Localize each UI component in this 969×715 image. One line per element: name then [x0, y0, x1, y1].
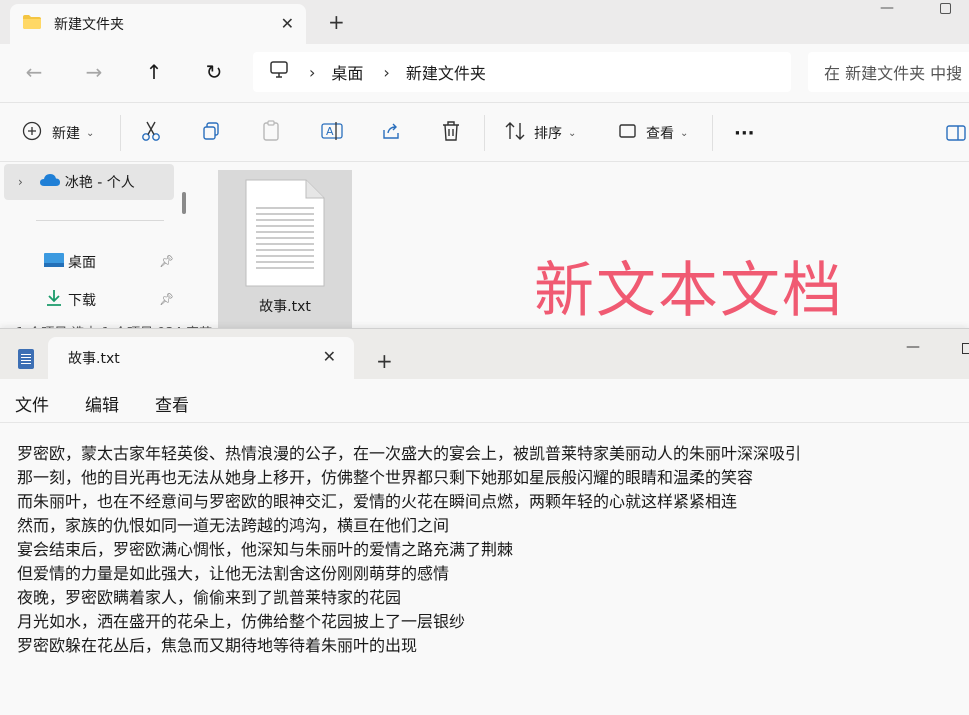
text-line: 月光如水，洒在盛开的花朵上，仿佛给整个花园披上了一层银纱: [17, 612, 466, 631]
breadcrumb-desktop[interactable]: 桌面: [331, 60, 363, 84]
text-line: 那一刻，他的目光再也无法从她身上移开，仿佛整个世界都只剩下她那如星辰般闪耀的眼睛…: [17, 468, 754, 487]
maximize-icon[interactable]: [940, 3, 951, 14]
text-line: 但爱情的力量是如此强大，让他无法割舍这份刚刚萌芽的感情: [17, 564, 450, 583]
sidebar-item-label: 桌面: [68, 255, 96, 271]
minimize-icon[interactable]: —: [906, 339, 920, 355]
toolbar-divider: [120, 115, 121, 151]
chevron-right-icon[interactable]: ›: [18, 175, 23, 189]
notepad-tab-title: 故事.txt: [68, 351, 120, 367]
back-arrow-icon[interactable]: ←: [22, 60, 46, 84]
file-explorer-window: 新建文件夹 ✕ + — ← → ↑ ↻ › 桌面 › 新建文件夹 在 新建文件夹…: [0, 0, 969, 330]
menu-file[interactable]: 文件: [15, 391, 49, 416]
sidebar-item-desktop[interactable]: 桌面 📌︎: [4, 244, 174, 280]
up-arrow-icon[interactable]: ↑: [142, 60, 166, 84]
text-line: 罗密欧躲在花丛后，焦急而又期待地等待着朱丽叶的出现: [17, 636, 418, 655]
new-button[interactable]: 新建 ⌄: [22, 121, 94, 145]
overlay-caption: 新文本文档: [534, 256, 844, 326]
sidebar-item-label: 下载: [68, 293, 96, 309]
maximize-icon[interactable]: [962, 343, 969, 354]
chevron-right-icon: ›: [383, 62, 390, 82]
svg-text:A: A: [326, 125, 334, 138]
text-editor-area[interactable]: 罗密欧，蒙太古家年轻英俊、热情浪漫的公子，在一次盛大的宴会上，被凯普莱特家美丽动…: [0, 424, 969, 715]
download-icon: [44, 289, 64, 311]
sidebar-item-label: 冰艳 - 个人: [64, 175, 135, 191]
notepad-tab[interactable]: 故事.txt ✕: [48, 337, 354, 379]
sort-label: 排序: [534, 126, 562, 142]
text-line: 宴会结束后，罗密欧满心惆怅，他深知与朱丽叶的爱情之路充满了荆棘: [17, 540, 514, 559]
explorer-tab[interactable]: 新建文件夹 ✕: [10, 4, 306, 44]
share-button[interactable]: [381, 121, 401, 145]
explorer-navbar: ← → ↑ ↻ › 桌面 › 新建文件夹 在 新建文件夹 中搜: [0, 44, 969, 102]
pin-icon[interactable]: 📌︎: [159, 292, 174, 306]
paste-button[interactable]: [261, 120, 281, 146]
file-list-area: 故事.txt 新文本文档: [196, 162, 969, 330]
new-label: 新建: [52, 126, 80, 142]
sidebar-item-downloads[interactable]: 下载 📌︎: [4, 282, 174, 318]
menu-view[interactable]: 查看: [155, 391, 189, 416]
share-icon: [381, 121, 401, 145]
chevron-down-icon: ⌄: [86, 127, 95, 139]
chevron-down-icon: ⌄: [568, 127, 577, 139]
more-options-icon[interactable]: ···: [734, 121, 755, 145]
copy-icon: [201, 121, 221, 145]
breadcrumb-new-folder[interactable]: 新建文件夹: [406, 60, 486, 84]
rename-button[interactable]: A: [321, 121, 343, 145]
rename-icon: A: [321, 121, 343, 145]
menu-edit[interactable]: 编辑: [85, 391, 119, 416]
text-line: 然而，家族的仇恨如同一道无法跨越的鸿沟，横亘在他们之间: [17, 516, 450, 535]
chevron-right-icon: ›: [309, 62, 316, 82]
computer-icon: [269, 61, 289, 83]
view-icon: [618, 122, 638, 144]
address-bar[interactable]: › 桌面 › 新建文件夹: [253, 52, 791, 92]
forward-arrow-icon[interactable]: →: [82, 60, 106, 84]
sort-button[interactable]: 排序 ⌄: [504, 121, 576, 145]
file-item[interactable]: 故事.txt: [218, 170, 352, 330]
notepad-app-icon: [18, 349, 34, 369]
cloud-icon: [39, 173, 61, 191]
navigation-pane: › 冰艳 - 个人 桌面 📌︎ 下载 📌︎: [0, 162, 196, 330]
text-line: 罗密欧，蒙太古家年轻英俊、热情浪漫的公子，在一次盛大的宴会上，被凯普莱特家美丽动…: [17, 444, 802, 463]
text-line: 而朱丽叶，也在不经意间与罗密欧的眼神交汇，爱情的火花在瞬间点燃，两颗年轻的心就这…: [17, 492, 738, 511]
search-input[interactable]: 在 新建文件夹 中搜: [808, 52, 969, 92]
plus-circle-icon: [22, 121, 42, 145]
sidebar-divider: [36, 220, 164, 221]
explorer-tab-title: 新建文件夹: [54, 17, 124, 33]
delete-button[interactable]: [441, 121, 461, 145]
chevron-down-icon: ⌄: [680, 127, 689, 139]
minimize-icon[interactable]: —: [880, 0, 894, 16]
refresh-icon[interactable]: ↻: [202, 60, 226, 84]
new-tab-button[interactable]: +: [328, 10, 345, 34]
trash-icon: [441, 120, 461, 146]
notepad-window: 故事.txt ✕ + — 文件 编辑 查看 罗密欧，蒙太古家年轻英俊、热情浪漫的…: [0, 328, 969, 715]
view-label: 查看: [646, 126, 674, 142]
text-file-icon: [244, 178, 326, 292]
file-name: 故事.txt: [259, 299, 311, 315]
sort-arrows-icon: [504, 121, 526, 145]
toolbar-divider: [712, 115, 713, 151]
explorer-toolbar: 新建 ⌄ A 排序 ⌄ 查看 ⌄ ···: [0, 102, 969, 162]
desktop-icon: [44, 252, 64, 272]
notepad-menubar: 文件 编辑 查看: [0, 379, 969, 423]
toolbar-divider: [484, 115, 485, 151]
close-icon[interactable]: ✕: [323, 347, 336, 366]
explorer-titlebar: 新建文件夹 ✕ + —: [0, 0, 969, 44]
close-icon[interactable]: ✕: [281, 14, 294, 33]
cut-button[interactable]: [141, 121, 161, 145]
clipboard-icon: [261, 120, 281, 146]
sidebar-item-onedrive[interactable]: › 冰艳 - 个人: [4, 164, 174, 200]
view-button[interactable]: 查看 ⌄: [618, 121, 688, 145]
text-line: 夜晚，罗密欧瞒着家人，偷偷来到了凯普莱特家的花园: [17, 588, 402, 607]
new-tab-button[interactable]: +: [376, 349, 393, 373]
notepad-titlebar: 故事.txt ✕ + —: [0, 329, 969, 379]
pin-icon[interactable]: 📌︎: [159, 254, 174, 268]
copy-button[interactable]: [201, 121, 221, 145]
folder-icon: [22, 14, 42, 34]
details-pane-icon[interactable]: [946, 121, 966, 145]
sidebar-scrollbar[interactable]: [182, 192, 186, 214]
scissors-icon: [141, 120, 161, 146]
